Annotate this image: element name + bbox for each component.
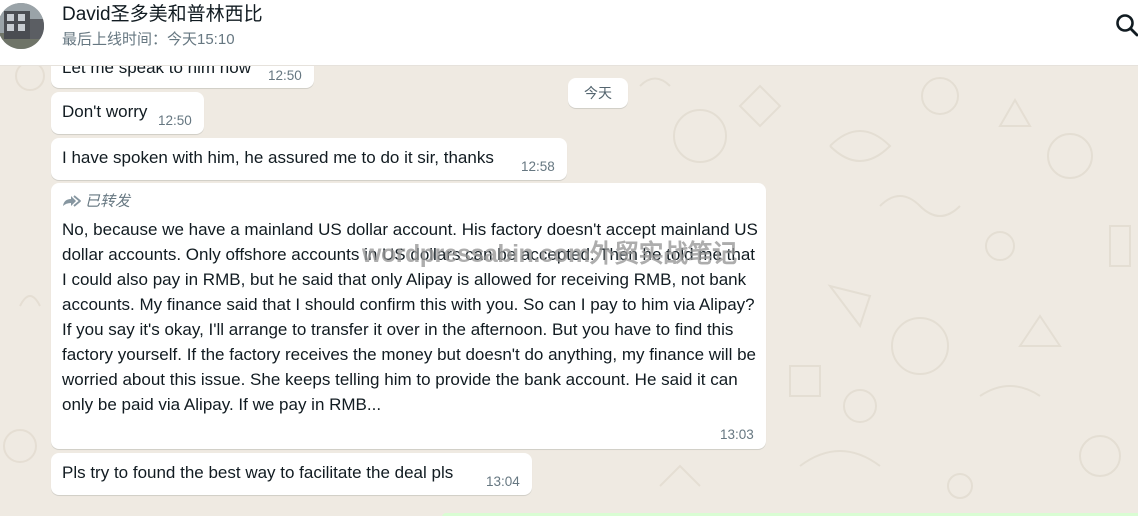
message-bubble[interactable]: I have spoken with him, he assured me to… (51, 138, 567, 180)
message-time: 12:50 (158, 113, 192, 128)
message-text: I have spoken with him, he assured me to… (62, 148, 494, 167)
forwarded-message-bubble[interactable]: 已转发 No, because we have a mainland US do… (51, 183, 766, 449)
message-bubble[interactable]: Let me speak to him now 12:50 (51, 66, 314, 88)
forwarded-label: 已转发 (85, 193, 131, 210)
chat-header[interactable]: David圣多美和普林西比 最后上线时间：今天15:10 (0, 0, 1138, 66)
message-list[interactable]: Let me speak to him now 12:50 今天 Don't w… (0, 66, 1138, 516)
message-bubble[interactable]: Don't worry 12:50 (51, 92, 204, 134)
date-divider: 今天 (568, 78, 628, 108)
avatar-photo (0, 3, 44, 49)
message-text: Let me speak to him now (62, 66, 251, 77)
forward-arrows-icon (63, 195, 81, 207)
message-time: 13:03 (720, 427, 754, 442)
last-seen-status: 最后上线时间：今天15:10 (62, 31, 235, 48)
watermark: wordpressabin.com外贸实战笔记 (362, 240, 737, 268)
message-text: Pls try to found the best way to facilit… (62, 463, 454, 482)
message-time: 12:50 (268, 68, 302, 83)
message-time: 13:04 (486, 474, 520, 489)
search-icon[interactable] (1114, 12, 1138, 38)
message-text: Don't worry (62, 102, 148, 121)
message-bubble[interactable]: Pls try to found the best way to facilit… (51, 453, 532, 495)
contact-avatar[interactable] (0, 3, 44, 49)
contact-name[interactable]: David圣多美和普林西比 (62, 3, 263, 27)
message-time: 12:58 (521, 159, 555, 174)
